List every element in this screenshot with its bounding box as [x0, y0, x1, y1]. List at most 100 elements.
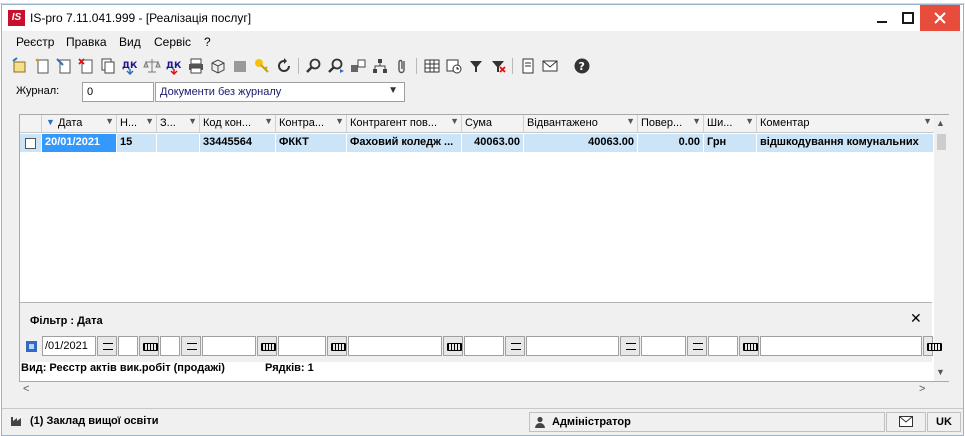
- chevron-down-icon[interactable]: ▼: [388, 85, 398, 96]
- help-button[interactable]: ?: [572, 56, 592, 76]
- period-button[interactable]: [444, 56, 464, 76]
- search-button[interactable]: [304, 56, 324, 76]
- cell-comment[interactable]: відшкодування комунальних: [757, 134, 934, 152]
- header-number[interactable]: Н... ▼: [117, 115, 157, 133]
- filter-comment-input[interactable]: [760, 336, 922, 356]
- header-shipped[interactable]: Відвантажено ▼: [524, 115, 638, 133]
- filter-currency-input[interactable]: [708, 336, 738, 356]
- cell-contractor-code[interactable]: 33445564: [200, 134, 276, 152]
- filter-equals-button[interactable]: [687, 336, 707, 356]
- filter-select-button[interactable]: [257, 336, 277, 356]
- header-sum[interactable]: Сума: [462, 115, 524, 133]
- filter-date-input[interactable]: /01/2021: [42, 336, 96, 356]
- filter-returned-input[interactable]: [641, 336, 686, 356]
- cell-shipped[interactable]: 40063.00: [524, 134, 638, 152]
- title-bar[interactable]: IS IS-pro 7.11.041.999 - [Реалізація пос…: [2, 5, 963, 31]
- menu-view[interactable]: Вид: [117, 35, 143, 49]
- filter-number-input[interactable]: [118, 336, 138, 356]
- header-contractor-full[interactable]: Контрагент пов... ▼: [347, 115, 462, 133]
- menu-edit[interactable]: Правка: [64, 35, 109, 49]
- unpost-dk-button[interactable]: ДК: [164, 56, 184, 76]
- group-button[interactable]: [348, 56, 368, 76]
- cell-contractor[interactable]: ФККТ: [276, 134, 347, 152]
- cell-returned[interactable]: 0.00: [638, 134, 704, 152]
- tree-button[interactable]: [370, 56, 390, 76]
- attach-button[interactable]: [392, 56, 412, 76]
- filter-z-input[interactable]: [160, 336, 180, 356]
- horizontal-scrollbar[interactable]: < >: [19, 382, 933, 398]
- filter-contractor-full-input[interactable]: [348, 336, 442, 356]
- filter-select-button[interactable]: [139, 336, 159, 356]
- mail-button[interactable]: [540, 56, 560, 76]
- refresh-button[interactable]: [274, 56, 294, 76]
- column-dropdown-icon[interactable]: ▼: [923, 116, 932, 126]
- header-checkbox-column[interactable]: [20, 115, 42, 133]
- create-button[interactable]: [10, 56, 30, 76]
- status-language[interactable]: UK: [927, 412, 961, 432]
- search-next-button[interactable]: [326, 56, 346, 76]
- clear-filter-button[interactable]: [488, 56, 508, 76]
- scroll-right-icon[interactable]: >: [919, 383, 925, 395]
- filter-equals-button[interactable]: [620, 336, 640, 356]
- header-z[interactable]: З... ▼: [157, 115, 200, 133]
- filter-equals-button[interactable]: [505, 336, 525, 356]
- filter-button[interactable]: [466, 56, 486, 76]
- column-dropdown-icon[interactable]: ▼: [264, 116, 273, 126]
- vertical-scrollbar[interactable]: ▲ ▼: [934, 115, 949, 381]
- cell-sum[interactable]: 40063.00: [462, 134, 524, 152]
- close-filter-icon[interactable]: ✕: [910, 310, 922, 327]
- balance-button[interactable]: [142, 56, 162, 76]
- scroll-down-icon[interactable]: ▼: [936, 367, 945, 377]
- filter-checkbox[interactable]: [26, 341, 37, 352]
- menu-registry[interactable]: Реєстр: [14, 35, 56, 49]
- close-button[interactable]: [920, 5, 960, 31]
- cell-z[interactable]: [157, 134, 200, 152]
- post-dk-button[interactable]: ДК: [120, 56, 140, 76]
- scroll-up-icon[interactable]: ▲: [936, 118, 945, 128]
- status-organization[interactable]: (1) Заклад вищої освіти: [6, 412, 526, 432]
- column-dropdown-icon[interactable]: ▼: [335, 116, 344, 126]
- column-dropdown-icon[interactable]: ▼: [188, 116, 197, 126]
- status-user[interactable]: Адміністратор: [529, 412, 885, 432]
- filter-shipped-input[interactable]: [526, 336, 619, 356]
- filter-equals-button[interactable]: [181, 336, 201, 356]
- archive-button[interactable]: [230, 56, 250, 76]
- column-dropdown-icon[interactable]: ▼: [626, 116, 635, 126]
- filter-code-input[interactable]: [202, 336, 256, 356]
- key-button[interactable]: [252, 56, 272, 76]
- journal-select[interactable]: Документи без журналу ▼: [155, 82, 405, 102]
- header-date[interactable]: ▼ Дата ▼: [42, 115, 117, 133]
- filter-select-button[interactable]: [327, 336, 347, 356]
- copy-button[interactable]: [98, 56, 118, 76]
- row-checkbox[interactable]: [25, 138, 36, 149]
- column-dropdown-icon[interactable]: ▼: [450, 116, 459, 126]
- maximize-button[interactable]: [894, 5, 922, 31]
- journal-number-field[interactable]: 0: [82, 82, 154, 102]
- filter-select-button[interactable]: [923, 336, 942, 356]
- header-contractor[interactable]: Контра... ▼: [276, 115, 347, 133]
- status-mail[interactable]: [886, 412, 926, 432]
- edit-button[interactable]: [54, 56, 74, 76]
- filter-select-button[interactable]: [443, 336, 463, 356]
- table-view-button[interactable]: [422, 56, 442, 76]
- scroll-thumb[interactable]: [937, 134, 946, 150]
- filter-contractor-input[interactable]: [278, 336, 326, 356]
- minimize-button[interactable]: [868, 5, 896, 31]
- filter-sum-input[interactable]: [464, 336, 504, 356]
- column-dropdown-icon[interactable]: ▼: [692, 116, 701, 126]
- filter-equals-button[interactable]: [97, 336, 117, 356]
- header-contractor-code[interactable]: Код кон... ▼: [200, 115, 276, 133]
- filter-select-button[interactable]: [739, 336, 759, 356]
- cell-number[interactable]: 15: [117, 134, 157, 152]
- cell-contractor-full[interactable]: Фаховий коледж ...: [347, 134, 462, 152]
- add-button[interactable]: [32, 56, 52, 76]
- menu-help[interactable]: ?: [202, 35, 213, 49]
- header-returned[interactable]: Повер... ▼: [638, 115, 704, 133]
- properties-button[interactable]: [518, 56, 538, 76]
- header-comment[interactable]: Коментар ▼: [757, 115, 934, 133]
- menu-service[interactable]: Сервіс: [152, 35, 193, 49]
- scroll-left-icon[interactable]: <: [23, 383, 29, 395]
- column-dropdown-icon[interactable]: ▼: [145, 116, 154, 126]
- cell-date[interactable]: 20/01/2021: [42, 134, 117, 152]
- cell-currency[interactable]: Грн: [704, 134, 757, 152]
